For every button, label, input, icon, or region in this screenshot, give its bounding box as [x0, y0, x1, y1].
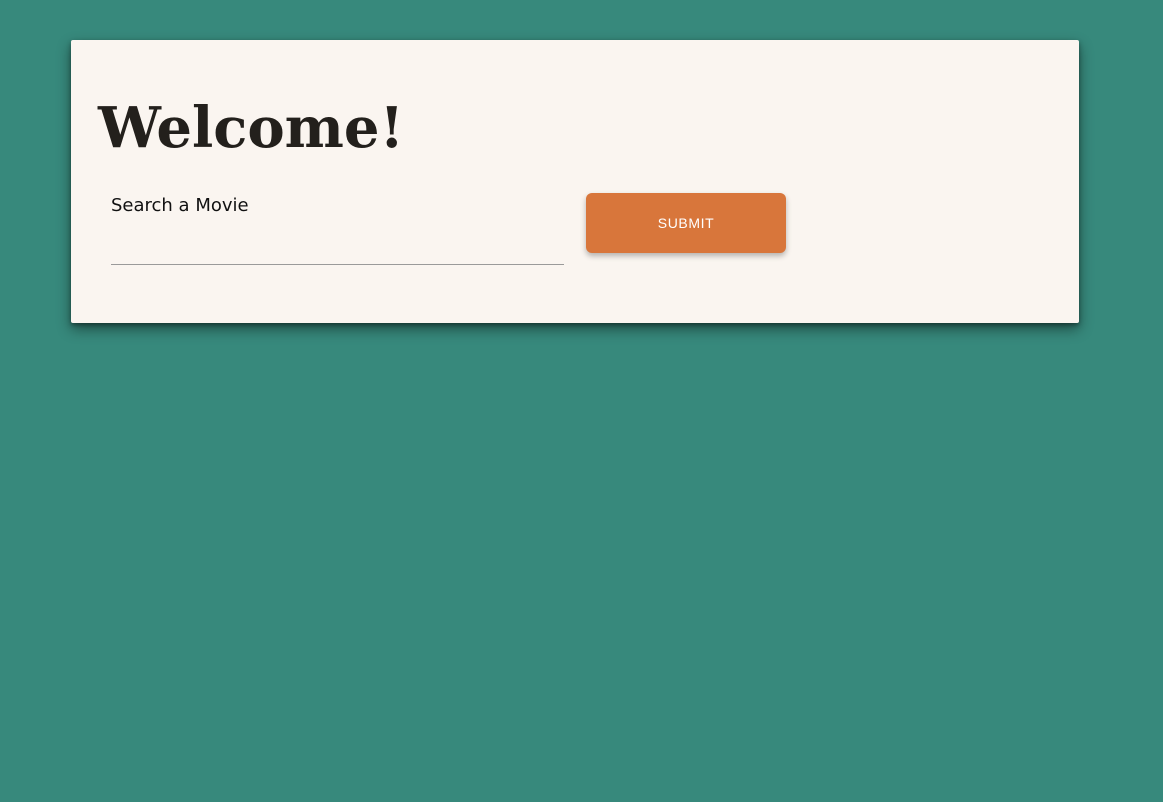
search-label: Search a Movie: [111, 195, 249, 216]
welcome-card: Welcome! Search a Movie SUBMIT: [71, 40, 1079, 323]
search-input[interactable]: [111, 227, 564, 265]
search-field: Search a Movie: [111, 193, 564, 267]
page-title: Welcome!: [98, 95, 405, 161]
submit-button[interactable]: SUBMIT: [586, 193, 786, 253]
